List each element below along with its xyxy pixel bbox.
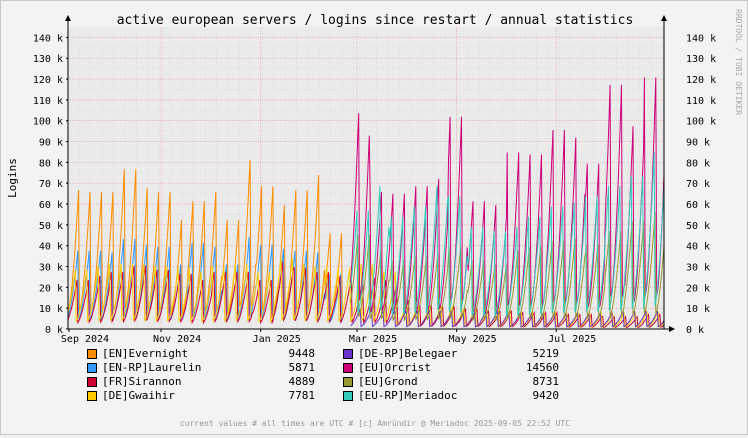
y-tick-label-right: 140 k (686, 33, 716, 44)
y-tick-label-right: 110 k (686, 96, 716, 107)
y-tick-label-left: 70 k (39, 179, 63, 190)
y-tick-label-right: 10 k (686, 304, 710, 315)
chart-title: active european servers / logins since r… (117, 13, 634, 28)
y-axis-label: Logins (6, 158, 19, 198)
legend-series-name: [EU]Orcrist (358, 361, 431, 374)
legend-item: [EN]Evernight 9448 (87, 347, 327, 361)
y-tick-label-left: 120 k (33, 75, 63, 86)
y-tick-label-right: 90 k (686, 138, 710, 149)
y-tick-label-left: 80 k (39, 158, 63, 169)
graph-frame: active european servers / logins since r… (0, 0, 748, 435)
x-tick-labels: Sep 2024 Nov 2024 Jan 2025 Mar 2025 May 2025… (61, 334, 596, 345)
y-tick-label-left: 100 k (33, 117, 63, 128)
rrdtool-credit: RRDTOOL / TOBI OETIKER (729, 5, 743, 125)
y-tick-label-left: 110 k (33, 96, 63, 107)
x-tick-label: Jan 2025 (253, 334, 301, 345)
legend-swatch (87, 391, 97, 401)
y-tick-label-right: 40 k (686, 242, 710, 253)
legend-item: [DE-RP]Belegaer 5219 (343, 347, 583, 361)
legend-item: [EU-RP]Meriadoc 9420 (343, 389, 583, 403)
legend-current-value: 9448 (288, 347, 316, 360)
legend-swatch (87, 349, 97, 359)
y-tick-label-left: 40 k (39, 242, 63, 253)
legend-series-name: [EN-RP]Laurelin (102, 361, 202, 374)
y-tick-label-right: 30 k (686, 263, 710, 274)
legend-swatch (343, 377, 353, 387)
legend-current-value: 8731 (532, 375, 560, 388)
legend-current-value: 5219 (532, 347, 560, 360)
y-tick-label-right: 60 k (686, 200, 710, 211)
y-tick-label-right: 70 k (686, 179, 710, 190)
y-tick-label-right: 120 k (686, 75, 716, 86)
y-tick-labels-left: 0 k10 k20 k30 k40 k50 k60 k70 k80 k90 k1… (33, 33, 63, 336)
legend-item: [EN-RP]Laurelin 5871 (87, 361, 327, 375)
footer-note: current values # all times are UTC # [c]… (179, 419, 571, 428)
y-tick-label-right: 0 k (686, 325, 704, 336)
x-tick-label: Nov 2024 (153, 334, 201, 345)
legend-series-name: [EU-RP]Meriadoc (358, 389, 458, 402)
legend-item: [EU]Orcrist 14560 (343, 361, 583, 375)
y-tick-label-right: 50 k (686, 221, 710, 232)
legend-current-value: 7781 (288, 389, 316, 402)
legend-series-name: [EN]Evernight (102, 347, 189, 360)
y-tick-label-left: 10 k (39, 304, 63, 315)
rrdtool-credit-text: RRDTOOL / TOBI OETIKER (734, 9, 743, 115)
y-tick-label-left: 140 k (33, 33, 63, 44)
legend-swatch (87, 363, 97, 373)
legend-item: [DE]Gwaihir 7781 (87, 389, 327, 403)
y-axis-arrow-left (65, 15, 71, 21)
legend-current-value: 4889 (288, 375, 316, 388)
legend-swatch (343, 363, 353, 373)
y-tick-label-left: 130 k (33, 54, 63, 65)
legend-swatch (343, 349, 353, 359)
legend-series-name: [DE]Gwaihir (102, 389, 175, 402)
legend-swatch (343, 391, 353, 401)
x-axis-arrow (669, 326, 675, 332)
legend-current-value: 5871 (288, 361, 316, 374)
legend-series-name: [FR]Sirannon (102, 375, 182, 388)
x-tick-label: Mar 2025 (349, 334, 397, 345)
legend-item: [EU]Grond 8731 (343, 375, 583, 389)
y-tick-label-right: 20 k (686, 283, 710, 294)
legend-current-value: 14560 (525, 361, 559, 374)
y-tick-label-left: 20 k (39, 283, 63, 294)
legend-current-value: 9420 (532, 389, 560, 402)
x-tick-label: Jul 2025 (548, 334, 596, 345)
legend-series-name: [EU]Grond (358, 375, 418, 388)
y-tick-label-left: 30 k (39, 263, 63, 274)
y-tick-labels-right: 0 k 10 k 20 k 30 k 40 k 50 k 60 k 70 k 80 k 90 k 1… (686, 33, 716, 336)
x-tick-label: Sep 2024 (61, 334, 109, 345)
y-tick-label-left: 90 k (39, 138, 63, 149)
legend-item: [FR]Sirannon 4889 (87, 375, 327, 389)
y-tick-label-right: 130 k (686, 54, 716, 65)
x-tick-label: May 2025 (449, 334, 497, 345)
legend-swatch (87, 377, 97, 387)
y-tick-label-right: 80 k (686, 158, 710, 169)
y-axis-arrow-right (661, 15, 667, 21)
y-tick-label-left: 50 k (39, 221, 63, 232)
y-tick-label-left: 60 k (39, 200, 63, 211)
y-tick-label-right: 100 k (686, 117, 716, 128)
legend-series-name: [DE-RP]Belegaer (358, 347, 458, 360)
